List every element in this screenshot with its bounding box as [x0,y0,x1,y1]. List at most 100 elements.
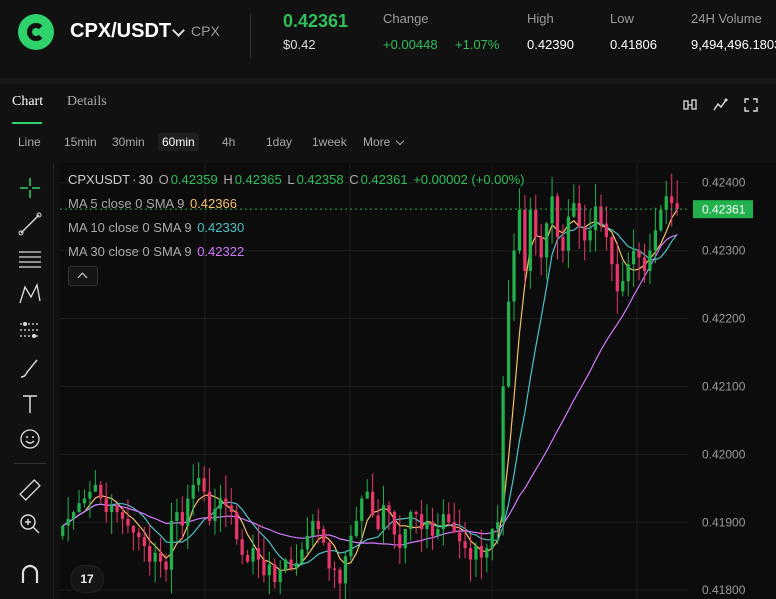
cpx-logo-icon [18,14,54,50]
pair-selector[interactable]: CPX/USDT [70,20,171,43]
more-chevron-icon[interactable] [395,136,405,146]
candle-body [294,563,299,569]
zoom-icon[interactable] [17,511,43,537]
candle-body [332,568,337,570]
candle-body [425,522,429,530]
interval-1day[interactable]: 1day [262,133,296,151]
candle-body [360,498,364,521]
candle-body [468,548,473,560]
candle-body [240,539,244,555]
trendline-icon[interactable] [17,211,43,237]
interval-60min[interactable]: 60min [158,133,199,151]
candle-body [311,520,315,536]
y-tick-label: 0.42200 [702,312,746,326]
indicators-icon[interactable] [713,97,729,113]
legend-h-label: H [223,172,233,187]
candle-body [485,548,489,558]
candle-body [381,505,386,530]
candle-body [371,491,375,516]
y-tick-label: 0.41800 [702,583,746,597]
candle-body [322,529,326,543]
candle-body [71,512,76,519]
ma10-line [62,222,678,566]
interval-more[interactable]: More [359,133,394,151]
chevron-down-icon[interactable] [172,24,185,37]
compare-icon[interactable] [682,97,698,113]
candle-body [66,518,70,526]
candle-body [354,520,358,536]
candle-body [474,546,478,560]
candle-body [545,223,549,258]
emoji-icon[interactable] [17,426,43,452]
candle-body [566,216,571,251]
y-tick-label: 0.42000 [702,447,746,461]
ruler-icon[interactable] [17,477,43,503]
candle-body [284,559,288,570]
candle-body [528,209,532,271]
candle-body [273,564,277,583]
legend-collapse-button[interactable] [68,266,98,286]
y-tick-label: 0.42100 [702,379,746,393]
candle-body [148,546,152,562]
candle-body [245,554,250,562]
candle-body [664,196,668,210]
candle-body [256,548,261,560]
candle-body [458,532,462,542]
legend-o-label: O [158,172,169,187]
interval-line[interactable]: Line [14,133,45,151]
candle-body [278,569,282,583]
candle-body [158,552,163,562]
interval-1week[interactable]: 1week [308,133,351,151]
candle-body [235,512,239,540]
brush-icon[interactable] [17,355,43,381]
candle-body [349,535,353,557]
interval-4h[interactable]: 4h [218,133,239,151]
candle-body [441,514,445,530]
moving-averages [62,209,678,571]
candle-body [626,264,630,282]
candle-body [61,525,65,536]
high-value: 0.42390 [527,37,574,52]
crosshair-icon[interactable] [17,175,43,201]
ma5-label: MA 5 close 0 SMA 9 [68,196,185,211]
magnet-icon[interactable] [17,561,43,587]
ohlc-legend: CPXUSDT · 30 O 0.42359 H 0.42365 L 0.42358 C0… [68,172,525,187]
ma30-value: 0.42322 [197,244,245,259]
low-value: 0.41806 [610,37,657,52]
candle-body [180,512,184,526]
candle-body [142,537,146,547]
ma5-legend: MA 5 close 0 SMA 9 0.42366 [68,196,239,211]
pattern-icon[interactable] [17,281,43,307]
candle-body [218,498,223,509]
legend-c-label: C [349,172,359,187]
candle-body [675,203,679,210]
candle-body [186,498,190,526]
tab-details[interactable]: Details [67,94,107,110]
candle-body [501,386,505,523]
candle-body [392,512,397,535]
candle-body [517,209,522,251]
candle-body [137,532,141,538]
legend-change: +0.00002 (+0.00%) [413,172,525,187]
candle-body [213,508,217,521]
price-chart[interactable]: 0.42400 0.42300 0.42200 0.42100 0.42000 0.419… [60,163,776,599]
fib-icon[interactable] [17,246,43,272]
candle-body [648,250,652,271]
candle-body [610,237,614,265]
fullscreen-icon[interactable] [743,97,759,113]
ma5-line [62,209,678,571]
candle-body [555,196,560,238]
interval-15min[interactable]: 15min [60,133,101,151]
candle-body [414,512,418,515]
candle-body [637,250,641,258]
candle-body [229,505,233,513]
candle-body [615,264,619,292]
candle-body [398,534,402,549]
text-icon[interactable] [17,391,43,417]
interval-30min[interactable]: 30min [108,133,149,151]
candle-body [631,250,636,265]
prediction-icon[interactable] [17,317,43,343]
tab-chart[interactable]: Chart [12,94,43,110]
candle-body [436,529,440,536]
candle-body [539,237,543,258]
